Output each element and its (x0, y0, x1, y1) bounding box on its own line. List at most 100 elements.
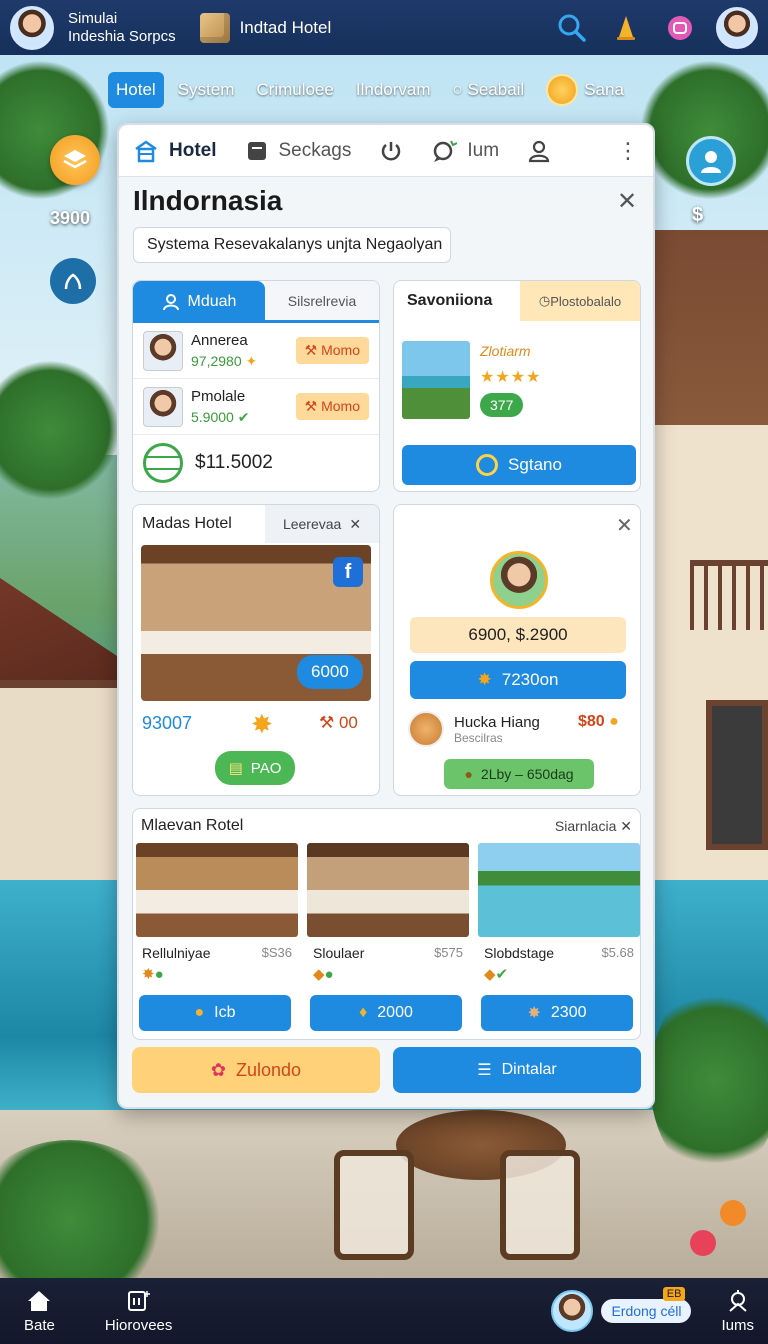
cell-pill: Erdong céll EB (601, 1287, 692, 1323)
manager-avatar (490, 551, 548, 609)
guest-row[interactable]: Annerea 97,2980 ✦ ⚒ Momo (133, 323, 379, 379)
guests-total-value: $11.5002 (195, 452, 273, 473)
game-title: Simulai Indeshia Sorpcs (68, 10, 176, 46)
profile-item-sub: Bescilras (454, 730, 503, 745)
hotel-label[interactable]: Indtad Hotel (199, 12, 331, 43)
navigate-button[interactable] (50, 258, 96, 304)
player-avatar[interactable] (10, 5, 54, 50)
gear-icon: ✸ (527, 1005, 541, 1022)
person-icon (528, 140, 550, 162)
tab-ilndorvam[interactable]: Ilndorvam (348, 72, 439, 108)
background-palm (0, 1140, 170, 1300)
tab-guests[interactable]: Mduah (133, 281, 265, 323)
hotel-pay-button[interactable]: ▤ PAO (215, 751, 295, 785)
bell-icon[interactable] (608, 10, 644, 46)
room-item[interactable]: Sloulaer $575 ◆● ♦ 2000 (307, 843, 469, 1033)
facebook-icon[interactable]: f (333, 557, 363, 587)
panel-tab-settings[interactable]: Seckags (245, 139, 351, 163)
ribbon-icon: ✿ (210, 1059, 227, 1080)
search-icon[interactable] (554, 10, 590, 46)
guest-action-button[interactable]: ⚒ Momo (295, 337, 369, 364)
globe-icon (143, 443, 183, 483)
tab-sana-label: Sana (584, 80, 624, 99)
cell-label: Erdong céll (611, 1303, 682, 1319)
star-icon: ✸ (477, 670, 492, 689)
room-image (478, 843, 640, 937)
background-chair (500, 1150, 580, 1260)
profile-item-price: $80 ● (578, 713, 619, 730)
panel-tabs: Hotel Seckags Ium ⋮ (119, 125, 653, 177)
nav-cell[interactable]: Erdong céll EB (551, 1287, 692, 1332)
background-flower (690, 1230, 716, 1256)
hotel-card-tab[interactable]: Leerevaa ✕ (265, 505, 379, 543)
background-table (396, 1110, 566, 1180)
nav-items[interactable]: Iums (721, 1289, 754, 1334)
nav-history-label: Hiorovees (104, 1316, 173, 1334)
rooms-card: Mlaevan Rotel Siarnlacia ✕ Rellulniyae $… (132, 808, 641, 1040)
profile-action-button[interactable]: ✸ 7230on (410, 661, 626, 699)
guests-card: Mduah Silsrelrevia Annerea 97,2980 ✦ ⚒ M… (132, 280, 380, 492)
room-name: Slobdstage (484, 945, 555, 961)
guest-row[interactable]: Pmolale 5.9000 ✔ ⚒ Momo (133, 379, 379, 435)
hotel-tag-value: 00 (338, 713, 358, 732)
blue-action-button[interactable]: ☰ Dintalar (393, 1047, 641, 1093)
close-icon[interactable]: ✕ (620, 818, 632, 834)
hotel-number: 93007 (142, 713, 193, 733)
guests-total: $11.5002 (133, 435, 379, 491)
panel-tab-hotel[interactable]: Hotel (133, 138, 217, 164)
background-deck (0, 1110, 768, 1280)
background-villa-right (650, 230, 768, 1010)
bread-icon (408, 711, 444, 747)
wrench-icon: ⚒ (319, 713, 339, 732)
room-button[interactable]: ● Icb (139, 995, 291, 1031)
arrow-up-icon (64, 273, 82, 290)
yellow-action-button[interactable]: ✿ Zulondo (132, 1047, 380, 1093)
close-icon[interactable]: ✕ (616, 513, 633, 538)
resort-tab-side[interactable]: ◷ Plostobalalo (520, 281, 640, 321)
close-icon[interactable]: ✕ (617, 187, 637, 216)
panel-tab-ium[interactable]: Ium (431, 138, 499, 164)
user-icon (701, 151, 721, 173)
tab-reservations[interactable]: Silsrelrevia (265, 281, 379, 323)
coin-icon (546, 74, 579, 106)
tab-seabail[interactable]: ○ Seabail (445, 72, 533, 108)
panel-tab-profile[interactable] (527, 139, 551, 163)
background-roof (0, 578, 120, 690)
nav-history[interactable]: Hiorovees (104, 1289, 173, 1334)
nav-home-label: Bate (24, 1316, 55, 1334)
room-item[interactable]: Slobdstage $5.68 ◆✔ ✸ 2300 (478, 843, 640, 1033)
tab-sana[interactable]: Sana (538, 66, 632, 114)
tab-hotel[interactable]: Hotel (108, 72, 164, 108)
user-icon (162, 294, 179, 311)
guest-action-button[interactable]: ⚒ Momo (295, 393, 369, 420)
room-badges-icon: ◆● (313, 966, 334, 983)
room-button-label: 2000 (377, 1004, 413, 1021)
profile-action-label: 7230on (501, 670, 559, 689)
user-button[interactable] (686, 136, 736, 186)
nav-home[interactable]: Bate (24, 1289, 55, 1334)
profile-avatar[interactable] (716, 6, 758, 49)
profile-card: ✕ 6900, $.2900 ✸ 7230on Hucka Hiang Besc… (393, 504, 641, 796)
resort-select-button[interactable]: Sgtano (402, 445, 636, 485)
tab-system[interactable]: System (170, 72, 243, 108)
close-icon[interactable]: ✕ (349, 516, 361, 533)
profile-green-button[interactable]: ● 2Lby – 650dag (444, 759, 594, 789)
resort-card: Savoniiona ◷ Plostobalalo Zlotiarm ★★★★ … (393, 280, 641, 492)
tab-crimuloee[interactable]: Crimuloee (248, 72, 341, 108)
resort-tab-title[interactable]: Savoniiona (394, 281, 520, 321)
panel-tab-power[interactable] (379, 139, 403, 163)
home-icon (28, 1290, 51, 1311)
rooms-card-side[interactable]: Siarnlacia ✕ (555, 818, 632, 835)
layers-badge[interactable] (50, 135, 100, 185)
chat-icon[interactable] (662, 10, 698, 46)
tab-guests-label: Mduah (187, 293, 237, 310)
panel-title: Ilndornasia (133, 185, 283, 216)
room-button[interactable]: ♦ 2000 (310, 995, 462, 1031)
room-button[interactable]: ✸ 2300 (481, 995, 633, 1031)
background-villa-left (0, 680, 120, 880)
hotel-card: Madas Hotel Leerevaa ✕ f 6000 93007 ✸ ⚒ 0… (132, 504, 380, 796)
more-menu-icon[interactable]: ⋮ (617, 138, 639, 164)
room-item[interactable]: Rellulniyae $S36 ✸● ● Icb (136, 843, 298, 1033)
resort-name: Zlotiarm (480, 343, 531, 359)
nav-items-label: Iums (721, 1316, 754, 1334)
